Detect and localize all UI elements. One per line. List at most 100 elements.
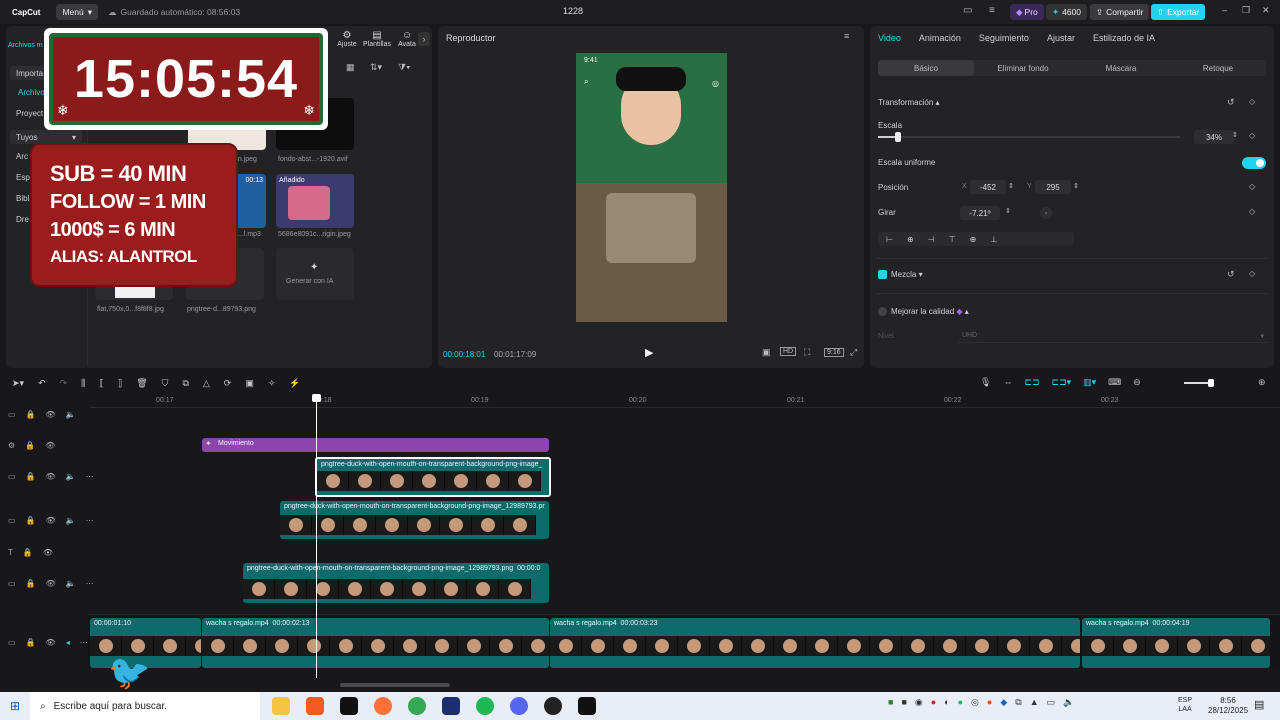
- rotate-icon[interactable]: ⟳: [224, 378, 232, 389]
- preview-axis-icon[interactable]: ▥▾: [1083, 377, 1096, 388]
- tray-app-icon[interactable]: ◆: [1000, 697, 1007, 708]
- media-thumb[interactable]: Añadido: [276, 174, 354, 228]
- split-icon[interactable]: ⫼: [81, 378, 85, 389]
- quality-icon[interactable]: HD: [780, 347, 797, 356]
- snap-icon[interactable]: ⊏⊐▾: [1052, 377, 1072, 388]
- credits-button[interactable]: ✦ 4600: [1046, 4, 1088, 20]
- sidebar-item-archivos[interactable]: Arc: [16, 152, 28, 161]
- scale-input[interactable]: 34%: [1194, 130, 1234, 144]
- subtab-eliminar-fondo[interactable]: Eliminar fondo: [974, 60, 1072, 76]
- lock-icon[interactable]: 🔒: [25, 441, 35, 450]
- export-button[interactable]: ⇧ Exportar: [1151, 4, 1206, 20]
- stepper-icon[interactable]: ⇕: [1232, 131, 1238, 139]
- capcut-active-icon[interactable]: [578, 697, 596, 715]
- undo-icon[interactable]: ↶: [38, 378, 46, 389]
- position-x-input[interactable]: -452: [970, 180, 1006, 194]
- video-clip[interactable]: pngtree-duck-with-open-mouth-on-transpar…: [280, 501, 549, 539]
- chrome-icon[interactable]: [408, 697, 426, 715]
- share-button[interactable]: ⇪ Compartir: [1090, 4, 1150, 20]
- tray-app-icon[interactable]: ■: [888, 697, 893, 708]
- enhance-checkbox[interactable]: [878, 307, 887, 316]
- main-clip[interactable]: wacha s regalo.mp4 00:00:02:13: [202, 618, 549, 668]
- align-right-icon[interactable]: ⊣: [928, 235, 935, 244]
- tray-app-icon[interactable]: ●: [958, 697, 963, 708]
- align-bottom-icon[interactable]: ⊥: [990, 235, 997, 244]
- eye-icon[interactable]: 👁: [46, 579, 56, 588]
- sort-icon[interactable]: ⇅▾: [370, 62, 382, 73]
- capcut-icon[interactable]: [340, 697, 358, 715]
- notification-icon[interactable]: ▤: [1254, 698, 1264, 711]
- stepper-icon[interactable]: ⇕: [1005, 207, 1011, 215]
- more-icon[interactable]: ⋯: [86, 516, 94, 525]
- subtab-retoque[interactable]: Retoque: [1170, 60, 1266, 76]
- align-center-v-icon[interactable]: ⊕: [970, 235, 977, 244]
- align-left-icon[interactable]: ⊢: [886, 235, 893, 244]
- rotate-dial-icon[interactable]: ◦: [1040, 207, 1052, 219]
- zoom-knob[interactable]: [1208, 379, 1214, 387]
- minimize-icon[interactable]: –: [1222, 5, 1227, 15]
- ratio-button[interactable]: 9:16: [824, 348, 844, 357]
- effect-clip-movimiento[interactable]: Movimiento ✦: [202, 438, 549, 452]
- audio-icon[interactable]: 🔈: [66, 410, 76, 419]
- blend-section-title[interactable]: Mezcla ▾: [891, 270, 923, 279]
- stepper-icon[interactable]: ⇕: [1008, 182, 1014, 190]
- position-y-input[interactable]: 295: [1035, 180, 1071, 194]
- lock-icon[interactable]: 🔒: [26, 516, 36, 525]
- keyframe-icon[interactable]: ◇: [1249, 182, 1255, 191]
- tray-app-icon[interactable]: ⧉: [1015, 697, 1021, 708]
- lock-icon[interactable]: 🔒: [26, 638, 36, 647]
- app-le-icon[interactable]: [442, 697, 460, 715]
- zoom-slider[interactable]: [1184, 379, 1214, 387]
- keyframe-icon[interactable]: ◇: [1249, 269, 1255, 278]
- tray-app-icon[interactable]: ◉: [915, 697, 923, 708]
- language-indicator[interactable]: ESP LAA: [1178, 696, 1192, 714]
- select-tool-icon[interactable]: ➤▾: [12, 378, 24, 389]
- sidebar-item-biblioteca[interactable]: Bibl: [16, 194, 29, 203]
- lock-icon[interactable]: 🔒: [26, 472, 36, 481]
- close-icon[interactable]: ✕: [1262, 5, 1270, 16]
- tab-estilizado-ia[interactable]: Estilizado de IA: [1093, 33, 1155, 43]
- audio-icon[interactable]: 🔈: [66, 579, 76, 588]
- brave-icon[interactable]: [306, 697, 324, 715]
- eye-icon[interactable]: 👁: [46, 638, 56, 647]
- keyframe-icon[interactable]: ◇: [1249, 131, 1255, 140]
- stepper-icon[interactable]: ⇕: [1073, 182, 1079, 190]
- tray-app-icon[interactable]: ●: [987, 697, 992, 708]
- transform-section-title[interactable]: Transformación ▴: [878, 98, 940, 107]
- align-center-h-icon[interactable]: ⊕: [907, 235, 914, 244]
- tray-app-icon[interactable]: ◐: [944, 697, 949, 708]
- main-clip[interactable]: wacha s regalo.mp4 00:00:04:19: [1082, 618, 1270, 668]
- eye-icon[interactable]: 👁: [46, 410, 56, 419]
- tray-app-icon[interactable]: ●: [931, 697, 936, 708]
- more-icon[interactable]: ⋯: [80, 638, 88, 647]
- volume-icon[interactable]: 🔈: [1063, 697, 1074, 708]
- eye-icon[interactable]: 👁: [43, 548, 53, 557]
- sidebar-item-espacios[interactable]: Esp: [16, 173, 30, 182]
- audio-icon[interactable]: 🔈: [66, 472, 76, 481]
- obs-icon[interactable]: [544, 697, 562, 715]
- tab-ajustar[interactable]: Ajustar: [1047, 33, 1075, 43]
- video-clip-selected[interactable]: pngtree-duck-with-open-mouth-on-transpar…: [315, 457, 551, 497]
- fullscreen-icon[interactable]: ⤢: [850, 347, 857, 358]
- lock-icon[interactable]: 🔒: [23, 548, 33, 557]
- layout-icon[interactable]: ▭: [963, 5, 972, 16]
- menu-button[interactable]: Menú ▾: [56, 4, 98, 20]
- eye-icon[interactable]: 👁: [46, 472, 56, 481]
- filter-icon[interactable]: ⧩▾: [398, 62, 410, 73]
- ai-edit-icon[interactable]: ⚡: [289, 378, 300, 389]
- lock-icon[interactable]: 🔒: [26, 579, 36, 588]
- zoom-out-icon[interactable]: ⊖: [1133, 377, 1141, 388]
- eye-icon[interactable]: 👁: [46, 516, 56, 525]
- tray-app-icon[interactable]: ▲: [1030, 697, 1039, 708]
- split-right-icon[interactable]: ⟧: [118, 378, 122, 389]
- tab-ajuste[interactable]: ⚙ Ajuste: [332, 30, 362, 48]
- link-icon[interactable]: ⇔: [1003, 377, 1012, 388]
- tab-plantillas[interactable]: ▤ Plantillas: [360, 30, 394, 48]
- pro-badge[interactable]: ◆ Pro: [1010, 4, 1044, 20]
- keyframe-icon[interactable]: ◇: [1249, 207, 1255, 216]
- windows-start-icon[interactable]: ⊞: [0, 699, 30, 713]
- video-clip[interactable]: pngtree-duck-with-open-mouth-on-transpar…: [243, 563, 549, 603]
- reset-icon[interactable]: ↺: [1227, 97, 1235, 108]
- caption-icon[interactable]: ⌨: [1108, 377, 1121, 388]
- firefox-icon[interactable]: [374, 697, 392, 715]
